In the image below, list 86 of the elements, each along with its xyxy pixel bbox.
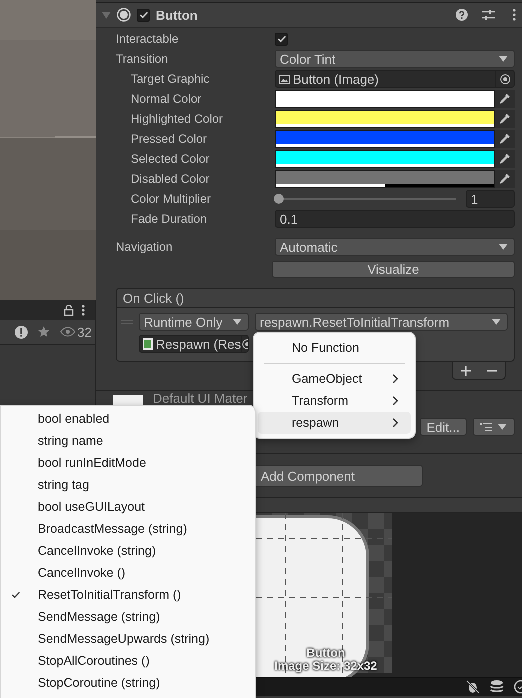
eyedropper-icon[interactable] (499, 113, 511, 125)
component-icon (117, 8, 131, 22)
menu-item[interactable]: bool useGUILayout (1, 496, 255, 518)
color-field[interactable] (275, 170, 495, 188)
eyedropper-button[interactable] (495, 110, 515, 128)
stack-icon[interactable] (490, 680, 504, 694)
caret-icon (492, 319, 501, 325)
slider-track[interactable] (275, 192, 456, 206)
property-label: Normal Color (130, 92, 203, 106)
property-label: Highlighted Color (130, 112, 224, 126)
submenu-item[interactable]: GameObject (258, 368, 411, 390)
color-field[interactable] (275, 150, 495, 168)
visible-count: 32 (78, 324, 92, 340)
menu-item[interactable]: No Function (258, 337, 411, 359)
caret-icon (499, 244, 508, 250)
eyedropper-icon[interactable] (499, 133, 511, 145)
slider-thumb[interactable] (274, 194, 284, 204)
object-field[interactable]: Button (Image) (275, 70, 515, 88)
object-name: Respawn (Res (156, 336, 242, 352)
menu-item[interactable]: SendMessageUpwards (string) (1, 628, 255, 650)
checkbox[interactable] (275, 32, 288, 46)
edit-button[interactable]: Edit... (420, 418, 467, 436)
dropdown[interactable]: respawn.ResetToInitialTransform (255, 313, 508, 331)
color-field[interactable] (275, 90, 495, 108)
menu-item[interactable]: StopAllCoroutines () (1, 650, 255, 672)
color-field[interactable] (275, 110, 495, 128)
eyedropper-icon[interactable] (499, 153, 511, 165)
property-label: Fade Duration (130, 212, 208, 226)
dropdown[interactable]: Automatic (275, 238, 515, 256)
eyedropper-button[interactable] (495, 130, 515, 148)
eyedropper-button[interactable] (495, 90, 515, 108)
submenu-item[interactable]: respawn (258, 412, 411, 434)
menu-item[interactable]: bool enabled (1, 408, 255, 430)
more-icon[interactable] (513, 9, 516, 21)
menu-item[interactable]: CancelInvoke () (1, 562, 255, 584)
warning-icon[interactable] (14, 326, 28, 338)
menu-item[interactable]: SendMessage (string) (1, 606, 255, 628)
star-icon[interactable] (38, 326, 50, 338)
property-label: Target Graphic (130, 72, 211, 86)
submenu-item[interactable]: Transform (258, 390, 411, 412)
property-label: Selected Color (130, 152, 211, 166)
script-icon (143, 338, 153, 350)
caret-icon (233, 319, 242, 325)
property-label: Disabled Color (130, 172, 211, 186)
menu-item[interactable]: ResetToInitialTransform () (1, 584, 255, 606)
number-field[interactable]: 1 (466, 190, 515, 208)
enable-checkbox[interactable] (137, 8, 150, 22)
property-label: Pressed Color (130, 132, 208, 146)
dropdown[interactable]: Color Tint (275, 50, 515, 68)
visualize-button[interactable]: Visualize (272, 261, 515, 278)
property-label: Color Multiplier (130, 192, 212, 206)
component-title: Button (156, 8, 199, 22)
property-label: Interactable (116, 32, 180, 46)
lock-icon[interactable] (64, 304, 74, 316)
eye-icon[interactable] (60, 327, 76, 337)
caret-icon (498, 424, 507, 430)
target-icon[interactable] (500, 74, 510, 84)
eyedropper-button[interactable] (495, 150, 515, 168)
help-icon[interactable] (456, 9, 468, 21)
chevron-icon (392, 374, 399, 384)
object-name: Button (Image) (293, 72, 379, 86)
settings-icon[interactable] (482, 9, 495, 21)
dropdown[interactable]: Runtime Only (139, 313, 249, 331)
event-title: On Click () (123, 290, 184, 306)
image-icon (279, 74, 290, 84)
menu-item[interactable]: string name (1, 430, 255, 452)
property-label: Navigation (116, 240, 174, 254)
sprite-name: Button (306, 647, 346, 660)
property-label: Transition (116, 52, 170, 66)
bug-icon[interactable] (466, 680, 480, 694)
more-icon[interactable] (82, 304, 85, 316)
caret-icon (499, 56, 508, 62)
list-icon (480, 422, 492, 432)
chevron-icon (392, 396, 399, 406)
eyedropper-button[interactable] (495, 170, 515, 188)
eyedropper-icon[interactable] (499, 173, 511, 185)
color-field[interactable] (275, 130, 495, 148)
menu-item[interactable]: StopCoroutine (string) (1, 672, 255, 694)
number-field[interactable]: 0.1 (275, 210, 515, 228)
material-name: Default UI Mater (153, 392, 248, 406)
layout-dropdown[interactable] (473, 418, 515, 436)
menu-item[interactable]: BroadcastMessage (string) (1, 518, 255, 540)
chevron-icon (392, 418, 399, 428)
menu-item[interactable]: CancelInvoke (string) (1, 540, 255, 562)
object-field[interactable]: Respawn (Res (139, 335, 249, 353)
eyedropper-icon[interactable] (499, 93, 511, 105)
